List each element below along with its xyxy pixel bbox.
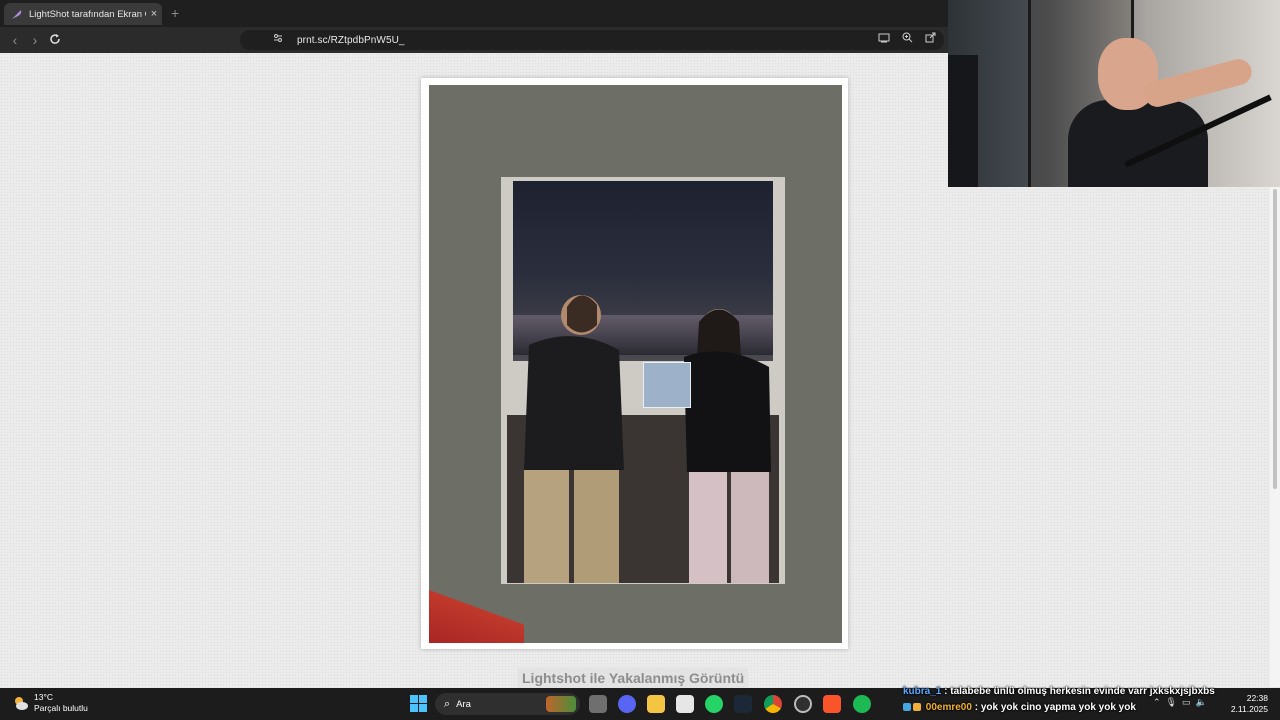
browser-tab[interactable]: LightShot tarafından Ekran Görü ×: [4, 3, 162, 25]
screenshot-frame: [421, 78, 848, 649]
weather-condition: Parçalı bulutlu: [34, 703, 88, 713]
gaming-chair: [948, 55, 978, 187]
red-object: [429, 590, 524, 643]
whatsapp-icon[interactable]: [705, 695, 723, 713]
spotify-icon[interactable]: [853, 695, 871, 713]
chat-badge-icon: [903, 703, 911, 711]
brave-icon[interactable]: [823, 695, 841, 713]
site-info-icon[interactable]: [270, 32, 286, 48]
search-placeholder: Ara: [456, 698, 471, 710]
streamer-arm: [1141, 56, 1255, 110]
chat-message: kubra_1 : talabebe ünlü olmuş herkesin e…: [903, 684, 1253, 700]
chat-badge-icon: [913, 703, 921, 711]
discord-icon[interactable]: [618, 695, 636, 713]
share-icon[interactable]: [922, 32, 938, 48]
person-right: [684, 309, 771, 583]
chat-message: 00emre00 : yok yok cino yapma yok yok yo…: [903, 700, 1253, 716]
folder-icon[interactable]: [647, 695, 665, 713]
chat-text: : yok yok cino yapma yok yok yok: [974, 702, 1136, 713]
tab-title: LightShot tarafından Ekran Görü: [29, 8, 146, 20]
lightshot-feather-icon: [11, 8, 23, 20]
search-icon: ⌕: [444, 697, 451, 710]
taskbar-search[interactable]: ⌕ Ara: [435, 693, 580, 715]
person-left: [524, 295, 624, 583]
steam-icon[interactable]: [734, 695, 752, 713]
address-bar[interactable]: [240, 30, 944, 50]
streamer-shirt: [1068, 100, 1208, 187]
chat-username: kubra_1: [903, 686, 942, 697]
webcam-overlay: [948, 0, 1280, 187]
obs-icon[interactable]: [794, 695, 812, 713]
page-scrollbar[interactable]: [1270, 187, 1280, 687]
reload-icon[interactable]: [46, 31, 64, 49]
tab-bar: LightShot tarafından Ekran Görü × +: [0, 0, 948, 27]
chat-username: 00emre00: [925, 702, 972, 713]
chat-text: : talabebe ünlü olmuş herkesin evinde va…: [944, 686, 1215, 697]
weather-widget[interactable]: 13°C Parçalı bulutlu: [12, 692, 88, 714]
new-tab-button[interactable]: +: [171, 5, 179, 21]
chrome-icon[interactable]: [764, 695, 782, 713]
weather-temperature: 13°C: [34, 692, 53, 702]
tab-close-icon[interactable]: ×: [146, 8, 162, 20]
cast-icon[interactable]: [876, 32, 892, 48]
zoom-icon[interactable]: [899, 32, 915, 48]
url-input[interactable]: [295, 34, 599, 47]
held-photo: [643, 362, 691, 408]
image-caption: Lightshot ile Yakalanmış Görüntü: [518, 668, 749, 688]
browser-toolbar: ‹ ›: [0, 27, 948, 53]
forward-icon[interactable]: ›: [26, 31, 44, 49]
search-highlight-image: [546, 696, 576, 712]
microsoft-store-icon[interactable]: [676, 695, 694, 713]
back-icon[interactable]: ‹: [6, 31, 24, 49]
partly-cloudy-icon: [15, 697, 28, 710]
start-button[interactable]: [410, 695, 427, 712]
task-view-icon[interactable]: [589, 695, 607, 713]
scrollbar-thumb[interactable]: [1273, 189, 1277, 489]
stream-chat-overlay: kubra_1 : talabebe ünlü olmuş herkesin e…: [903, 684, 1253, 716]
screenshot-image[interactable]: [429, 85, 842, 643]
